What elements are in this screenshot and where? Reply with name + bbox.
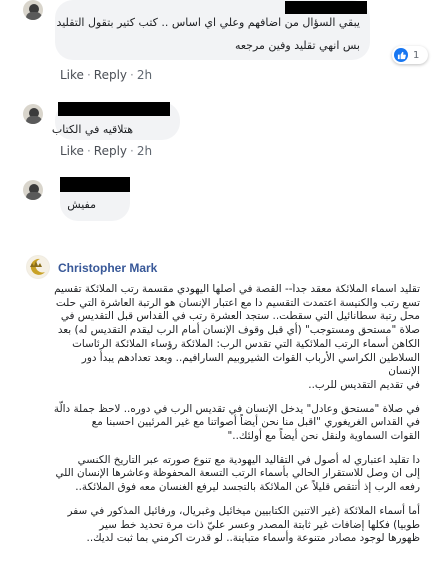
- comment-paragraph-line: إلى ان وصل للاستقرار الحالي بأسماء الرتب…: [55, 467, 421, 480]
- comment-paragraph-line: تسع رتب والكنيسة اعتمدت التقسيم دا مع اع…: [55, 296, 420, 309]
- comment-text-line: هتلاقيه في الكتاب: [51, 123, 133, 136]
- separator-dot: ·: [86, 68, 91, 82]
- comment-bubble: مفيش: [60, 177, 130, 221]
- comment-text-line: يبقي السؤال من اضافهم وعلي اي اساس .. كت…: [56, 16, 360, 29]
- commenter-avatar[interactable]: [26, 255, 50, 279]
- comment-paragraph-line: السلاطين الكراسي الأرباب القوات الشيروبي…: [81, 351, 420, 378]
- comment-author-name[interactable]: Christopher Mark: [58, 261, 157, 275]
- commenter-avatar[interactable]: [23, 104, 43, 124]
- comment-bubble: هتلاقيه في الكتاب: [51, 102, 180, 140]
- moon-emblem-icon: [27, 256, 49, 278]
- comment-paragraph-line: صلاة "مستحق ومستوجب" (أي قبل وقوف الإنسا…: [57, 324, 420, 337]
- comment-body: تقليد اسماء الملائكة معقد جداً-- القصة ف…: [48, 283, 420, 574]
- redacted-author-name: [60, 177, 130, 192]
- comment-paragraph-line: تقليد اسماء الملائكة معقد جداً-- القصة ف…: [54, 283, 420, 295]
- reaction-count: 1: [413, 49, 420, 61]
- comment-text-line: بس انهي تقليد وفين مرجعه: [234, 39, 360, 52]
- separator-dot: ·: [86, 144, 91, 158]
- comment-paragraph-line: ظهورها لوجود مصادر متنوعة وأسماء متباينة…: [86, 532, 420, 545]
- comment-paragraph-line: أما أسماء الملائكة (غير الاتنين الكتابيي…: [67, 504, 420, 517]
- like-link[interactable]: Like: [60, 144, 84, 158]
- redacted-author-name: [285, 1, 367, 14]
- avatar-figure-body: [26, 116, 42, 124]
- comment-paragraph-line: في تقديم التقديس للرب..: [308, 378, 420, 391]
- separator-dot: ·: [130, 68, 134, 82]
- comment-paragraph-line: دا تقليد اعتباري له أصول في التقاليد الي…: [77, 453, 420, 466]
- comment-paragraph-line: رفعه الرب إذ أتتقص قليلاً عن الملائكة با…: [75, 481, 420, 494]
- timestamp[interactable]: 2h: [137, 144, 152, 158]
- like-reaction-icon: [394, 48, 408, 62]
- comment-paragraph-line: محل رتبة سطانائيل التي سقطت.. ستجد العشر…: [60, 310, 420, 323]
- comment-paragraph-line: القوات السماوية ولنقل نحن أيضاً مع أولئك…: [227, 430, 421, 443]
- redacted-author-name: [58, 102, 170, 116]
- comment-paragraph-line: في صلاة "مستحق وعادل" يدخل الإنسان في تق…: [53, 402, 420, 415]
- reaction-summary[interactable]: 1: [392, 46, 428, 64]
- comment-paragraph-line: طوبيا) فكلها إضافات غير ثابتة المصدر وعس…: [99, 518, 420, 531]
- reply-link[interactable]: Reply: [94, 68, 127, 82]
- commenter-avatar[interactable]: [23, 0, 43, 20]
- comment-text-line: مفيش: [67, 198, 96, 211]
- commenter-avatar[interactable]: [23, 180, 43, 200]
- separator-dot: ·: [130, 144, 134, 158]
- reply-link[interactable]: Reply: [94, 144, 127, 158]
- comment-actions: Like · Reply · 2h: [60, 68, 152, 82]
- timestamp[interactable]: 2h: [137, 68, 152, 82]
- avatar-figure-body: [26, 192, 42, 200]
- comment-paragraph-line: في القداس الغريغوري "اقبل منا نحن أيضاً …: [91, 416, 420, 429]
- like-link[interactable]: Like: [60, 68, 84, 82]
- avatar-figure-body: [26, 12, 42, 20]
- comment-bubble: يبقي السؤال من اضافهم وعلي اي اساس .. كت…: [55, 0, 370, 60]
- comment-paragraph-line: الكاهن أسماء الرتب الملائكية التي تقدس ا…: [72, 337, 420, 350]
- comment-actions: Like · Reply · 2h: [60, 144, 152, 158]
